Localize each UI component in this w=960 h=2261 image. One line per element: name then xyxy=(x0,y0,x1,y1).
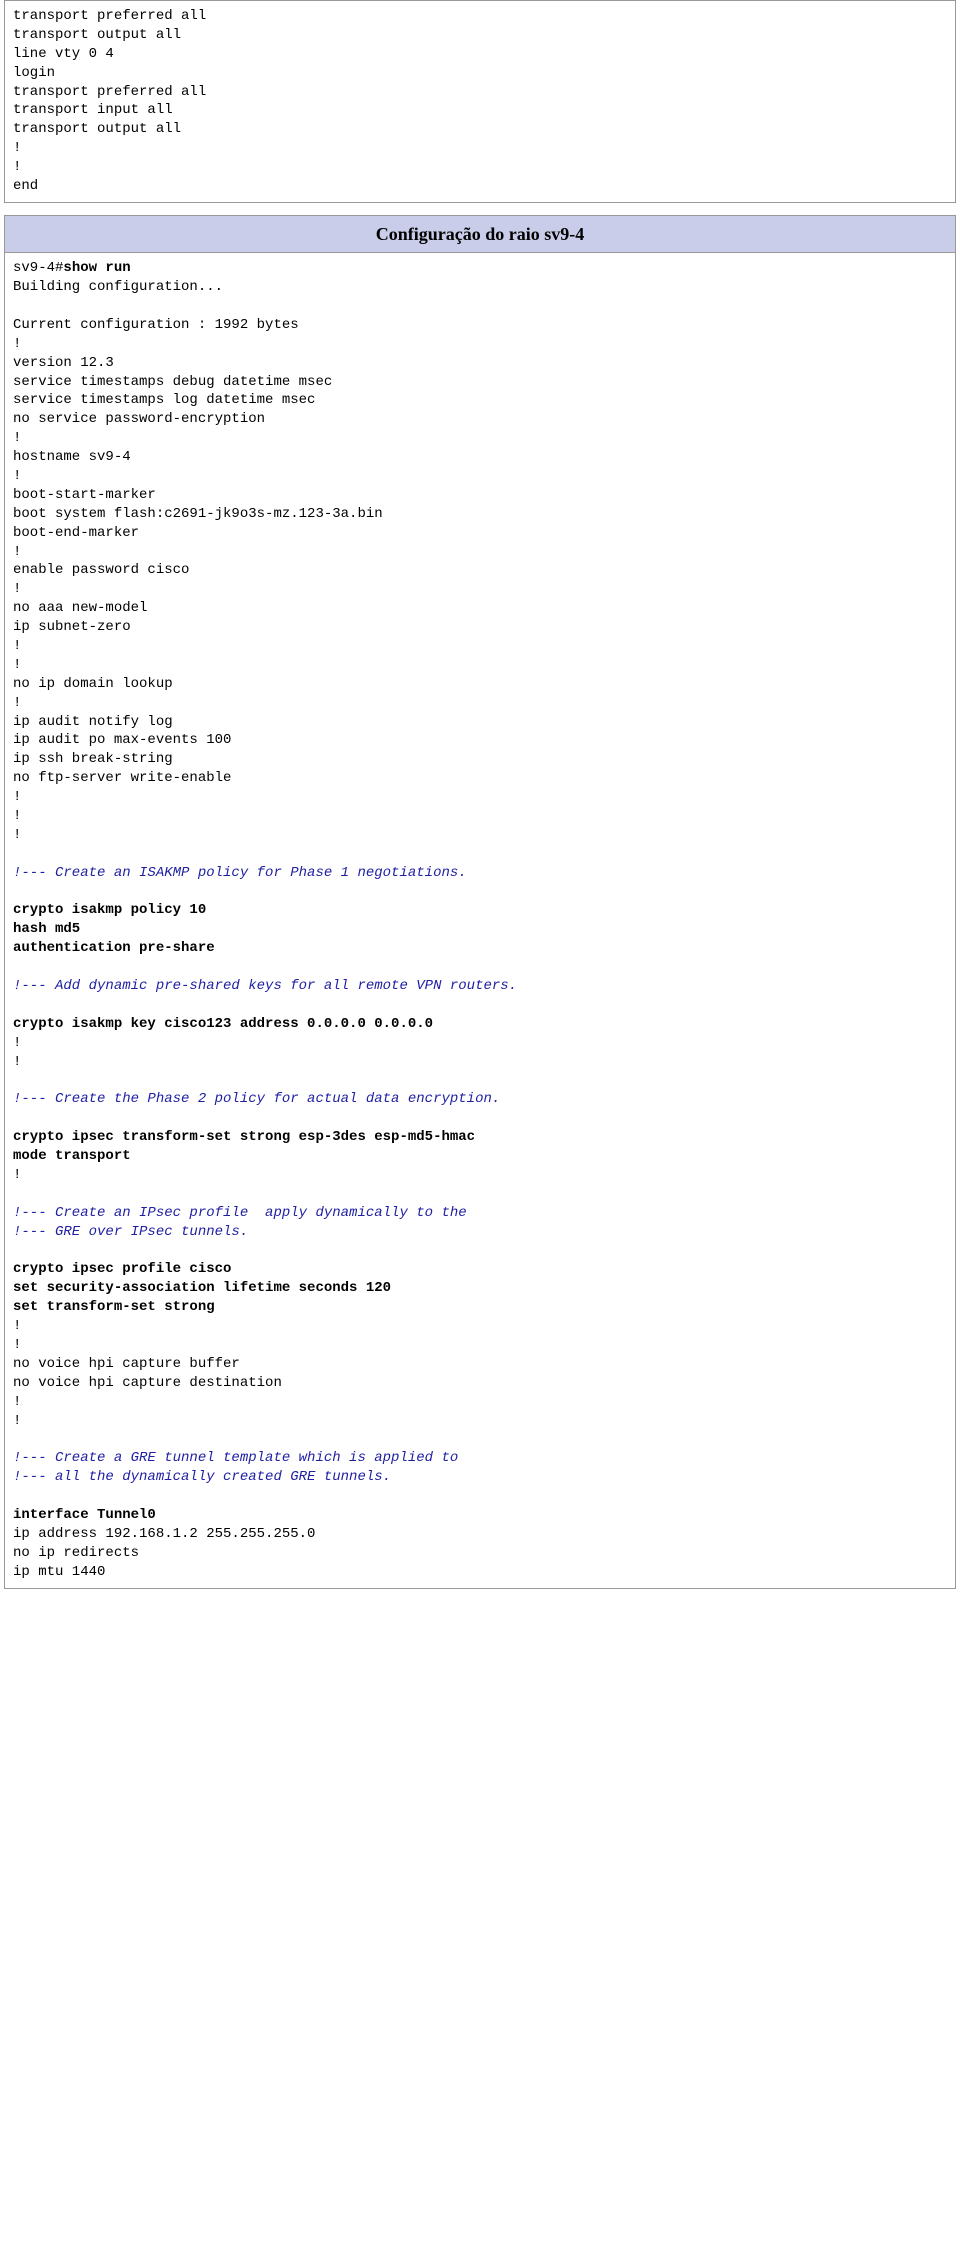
comment-ipsec-profile-b: !--- GRE over IPsec tunnels. xyxy=(13,1224,248,1240)
prompt: sv9-4# xyxy=(13,260,63,276)
comment-ipsec-profile-a: !--- Create an IPsec profile apply dynam… xyxy=(13,1205,467,1221)
comment-isakmp: !--- Create an ISAKMP policy for Phase 1… xyxy=(13,865,467,881)
comment-preshared: !--- Add dynamic pre-shared keys for all… xyxy=(13,978,517,994)
main-box-header: Configuração do raio sv9-4 xyxy=(5,216,955,253)
bold-ipsec-profile: crypto ipsec profile cisco set security-… xyxy=(13,1261,391,1315)
comment-tunnel-a: !--- Create a GRE tunnel template which … xyxy=(13,1450,458,1466)
show-run-cmd: show run xyxy=(63,260,130,276)
comment-tunnel-b: !--- all the dynamically created GRE tun… xyxy=(13,1469,391,1485)
top-config-text: transport preferred all transport output… xyxy=(13,7,947,196)
segment-02: ! ! xyxy=(13,1035,21,1070)
bold-isakmp-key: crypto isakmp key cisco123 address 0.0.0… xyxy=(13,1016,433,1032)
segment-01: Building configuration... Current config… xyxy=(13,279,383,843)
bold-interface-tunnel: interface Tunnel0 xyxy=(13,1507,156,1523)
main-config-text: sv9-4#show run Building configuration...… xyxy=(13,259,947,1581)
comment-phase2: !--- Create the Phase 2 policy for actua… xyxy=(13,1091,500,1107)
main-config-box: Configuração do raio sv9-4 sv9-4#show ru… xyxy=(4,215,956,1589)
segment-03: ! xyxy=(13,1167,21,1183)
bold-transform-set: crypto ipsec transform-set strong esp-3d… xyxy=(13,1129,475,1164)
top-config-box: transport preferred all transport output… xyxy=(4,0,956,203)
bold-isakmp-policy: crypto isakmp policy 10 hash md5 authent… xyxy=(13,902,215,956)
segment-04: ! ! no voice hpi capture buffer no voice… xyxy=(13,1318,282,1428)
segment-05: ip address 192.168.1.2 255.255.255.0 no … xyxy=(13,1526,315,1580)
